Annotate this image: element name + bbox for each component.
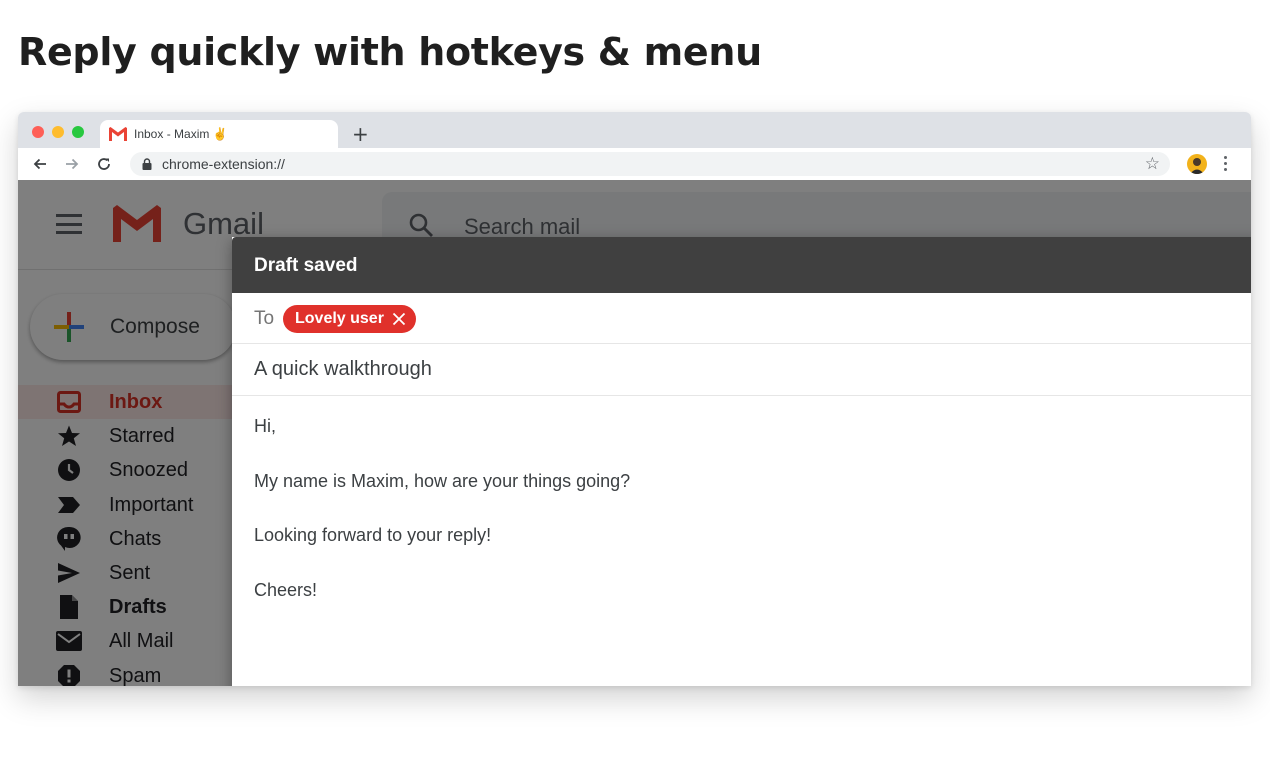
to-field[interactable]: To Lovely user <box>232 293 1251 344</box>
close-window-button[interactable] <box>32 126 44 138</box>
url-text: chrome-extension:// <box>162 156 285 172</box>
body-line: Cheers! <box>254 579 318 600</box>
recipient-name: Lovely user <box>295 310 384 327</box>
new-tab-button[interactable]: + <box>352 124 369 144</box>
tab-title: Inbox - Maxim ✌️ <box>134 127 228 141</box>
browser-menu-icon[interactable] <box>1224 156 1227 171</box>
body-line: Hi, <box>254 416 276 436</box>
draft-status: Draft saved <box>254 255 358 276</box>
forward-arrow-icon[interactable] <box>64 156 80 172</box>
browser-tab[interactable]: Inbox - Maxim ✌️ <box>100 120 338 148</box>
compose-window: Draft saved To Lovely user A quick walkt… <box>232 237 1251 686</box>
minimize-window-button[interactable] <box>52 126 64 138</box>
to-label: To <box>254 308 275 329</box>
page-headline: Reply quickly with hotkeys & menu <box>18 30 762 74</box>
subject-text: A quick walkthrough <box>254 358 432 380</box>
tab-strip: Inbox - Maxim ✌️ + <box>18 112 1251 148</box>
bookmark-star-icon[interactable]: ☆ <box>1145 154 1160 174</box>
body-line: Looking forward to your reply! <box>254 525 492 545</box>
reload-icon[interactable] <box>96 156 112 172</box>
browser-toolbar: chrome-extension:// ☆ <box>18 148 1251 181</box>
profile-avatar[interactable] <box>1187 154 1207 174</box>
gmail-favicon-icon <box>108 126 128 142</box>
subject-field[interactable]: A quick walkthrough <box>232 344 1251 396</box>
gmail-page: Gmail Search mail Compose <box>18 180 1251 686</box>
maximize-window-button[interactable] <box>72 126 84 138</box>
back-arrow-icon[interactable] <box>32 156 48 172</box>
close-icon[interactable] <box>392 312 406 326</box>
message-body[interactable]: Hi, My name is Maxim, how are your thing… <box>254 415 630 633</box>
lock-icon <box>142 158 152 170</box>
recipient-chip[interactable]: Lovely user <box>283 305 416 333</box>
browser-window: Inbox - Maxim ✌️ + chrome-extension:// ☆ <box>18 112 1251 686</box>
compose-header: Draft saved <box>232 237 1251 293</box>
address-bar[interactable]: chrome-extension:// ☆ <box>130 152 1170 176</box>
body-line: My name is Maxim, how are your things go… <box>254 470 631 491</box>
